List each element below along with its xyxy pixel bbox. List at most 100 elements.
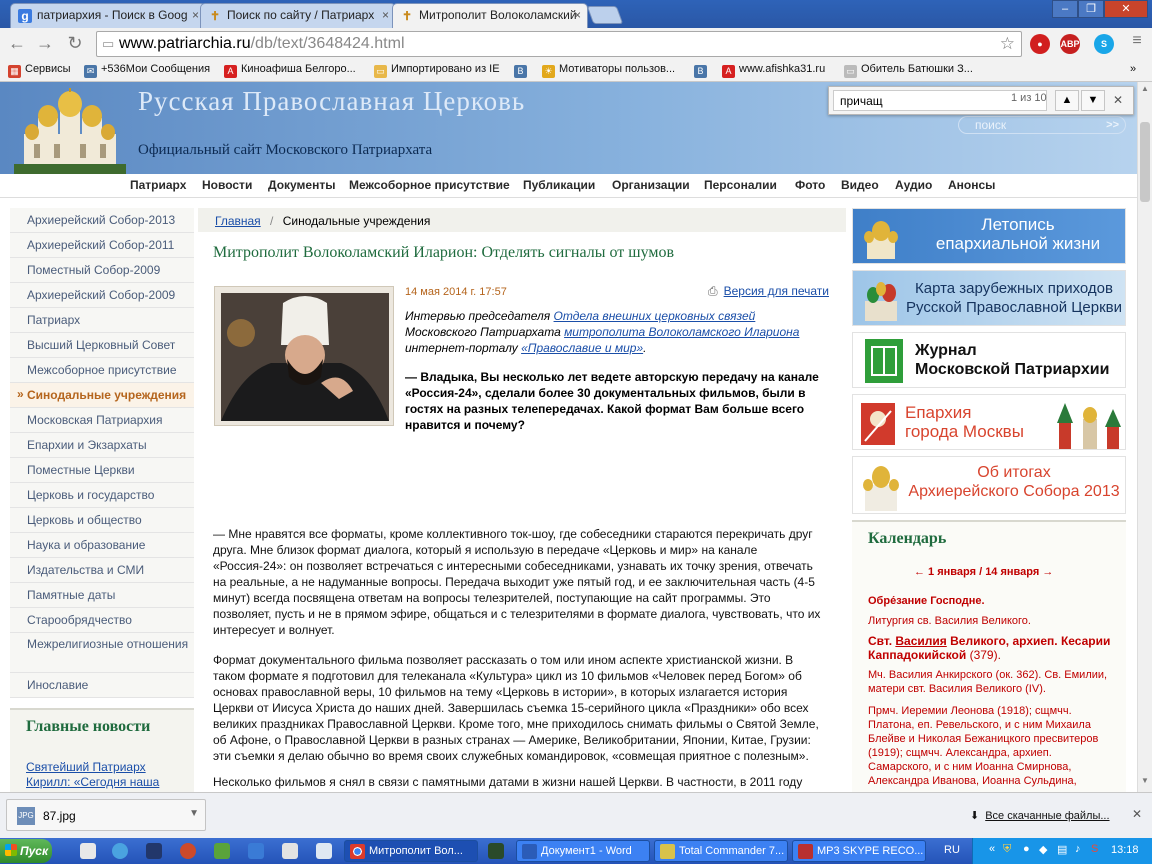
bookmark-obitel[interactable]: ▭ Обитель Батюшки З... [844, 63, 973, 78]
sidebar-item-memorable-dates[interactable]: Памятные даты [10, 583, 194, 608]
tab-google-search[interactable]: g патриархия - Поиск в Goog × [10, 3, 206, 28]
print-version-link[interactable]: ⎙ Версия для печати [708, 284, 829, 299]
close-tab-icon[interactable]: × [382, 8, 389, 22]
calendar-date-nav[interactable]: ← 1 января / 14 января → [914, 566, 1053, 578]
sidebar-item-synodal[interactable]: » Синодальные учреждения [10, 383, 194, 408]
scroll-down-icon[interactable]: ▼ [1139, 776, 1151, 788]
intro-link-portal[interactable]: «Православие и мир» [521, 341, 643, 355]
security-shield-icon[interactable]: ⛨ [1003, 843, 1011, 856]
bookmark-folder-ie[interactable]: ▭ Импортировано из IE [374, 63, 500, 78]
banner-eparchial-chronicle[interactable]: Летопись епархиальной жизни [852, 208, 1126, 264]
banner-moscow-eparchy[interactable]: Епархия города Москвы [852, 394, 1126, 450]
quicklaunch-icon[interactable] [316, 843, 332, 859]
sidebar-item-patriarch[interactable]: Патриарх [10, 308, 194, 333]
minimize-button[interactable]: – [1052, 0, 1078, 18]
find-close-icon[interactable]: ✕ [1113, 93, 1123, 107]
sidebar-item-old-believers[interactable]: Старообрядчество [10, 608, 194, 633]
scrollbar-thumb[interactable] [1140, 122, 1150, 202]
site-search-input[interactable]: поиск >> [958, 116, 1126, 134]
download-menu-chevron-icon[interactable]: ▼ [189, 808, 199, 819]
find-next-button[interactable]: ▼ [1081, 90, 1105, 111]
nav-documents[interactable]: Документы [268, 178, 335, 192]
nav-news[interactable]: Новости [202, 178, 252, 192]
volume-icon[interactable]: ♪ [1075, 843, 1081, 855]
bookmark-motivators[interactable]: ☀ Мотиваторы пользов... [542, 63, 675, 78]
tray-arrow-icon[interactable]: « [989, 843, 995, 855]
bookmark-services[interactable]: ▦ Сервисы [8, 63, 71, 78]
download-item[interactable]: JPG 87.jpg ▼ [6, 799, 206, 831]
sidebar-item-interreligious[interactable]: Межрелигиозные отношения [10, 633, 194, 673]
page-scrollbar[interactable]: ▲ ▼ [1137, 82, 1152, 792]
task-mp3-skype-recorder[interactable]: MP3 SKYPE RECO... [792, 840, 926, 862]
address-bar[interactable]: ▭ www.patriarchia.ru/db/text/3648424.htm… [96, 31, 1022, 57]
sidebar-item-local-sobor-2009[interactable]: Поместный Собор-2009 [10, 258, 194, 283]
task-total-commander[interactable]: Total Commander 7... [654, 840, 788, 862]
nav-announcements[interactable]: Анонсы [948, 178, 995, 192]
nav-photo[interactable]: Фото [795, 178, 825, 192]
sidebar-item-church-state[interactable]: Церковь и государство [10, 483, 194, 508]
banner-foreign-parishes-map[interactable]: Карта зарубежных приходов Русской Правосл… [852, 270, 1126, 326]
banner-sobor-2013-results[interactable]: Об итогах Архиерейского Собора 2013 [852, 456, 1126, 514]
sidebar-item-sobor-2011[interactable]: Архиерейский Собор-2011 [10, 233, 194, 258]
scroll-up-icon[interactable]: ▲ [1139, 84, 1151, 96]
bookmark-vk-2[interactable]: В [694, 63, 711, 78]
tab-site-search[interactable]: ✝ Поиск по сайту / Патриарх × [200, 3, 396, 28]
tray-app-icon[interactable]: ● [1023, 843, 1030, 855]
clock[interactable]: 13:18 [1111, 844, 1139, 856]
intro-link-dept[interactable]: Отдела внешних церковных связей [554, 309, 756, 323]
photoshop-icon[interactable] [146, 843, 162, 859]
sidebar-item-church-society[interactable]: Церковь и общество [10, 508, 194, 533]
quicklaunch-icon[interactable] [214, 843, 230, 859]
quicklaunch-icon[interactable] [488, 843, 504, 859]
quicklaunch-icon[interactable] [248, 843, 264, 859]
menu-icon[interactable]: ≡ [1126, 32, 1148, 50]
tray-app-icon[interactable]: ◆ [1039, 843, 1047, 856]
search-arrow-icon[interactable]: >> [1106, 117, 1119, 133]
bookmark-vk-1[interactable]: В [514, 63, 531, 78]
nav-audio[interactable]: Аудио [895, 178, 932, 192]
bookmark-star-icon[interactable]: ☆ [1000, 32, 1015, 56]
sidebar-item-intercouncil[interactable]: Межсоборное присутствие [10, 358, 194, 383]
reload-icon[interactable]: ↻ [64, 33, 86, 54]
bookmark-afishka31[interactable]: Awww.afishka31.ru [722, 63, 825, 78]
sidebar-item-local-churches[interactable]: Поместные Церкви [10, 458, 194, 483]
skype-icon[interactable]: S [1094, 34, 1114, 54]
banner-patriarchate-journal[interactable]: Журнал Московской Патриархии [852, 332, 1126, 388]
sidebar-item-eparchies[interactable]: Епархии и Экзархаты [10, 433, 194, 458]
sidebar-item-sobor-2013[interactable]: Архиерейский Собор-2013 [10, 208, 194, 233]
nav-intercouncil[interactable]: Межсоборное присутствие [349, 178, 510, 192]
close-window-button[interactable]: ✕ [1104, 0, 1148, 18]
bookmark-messages[interactable]: ✉ +536Мои Сообщения [84, 63, 210, 78]
bookmark-kinoafisha[interactable]: A Киноафиша Белгоро... [224, 63, 356, 78]
quicklaunch-icon[interactable] [282, 843, 298, 859]
sidebar-item-moscow-patriarchate[interactable]: Московская Патриархия [10, 408, 194, 433]
all-downloads-link[interactable]: ⬇ Все скачанные файлы... [970, 809, 1110, 822]
maximize-button[interactable]: ❐ [1078, 0, 1104, 18]
nav-organizations[interactable]: Организации [612, 178, 690, 192]
bookmarks-overflow-icon[interactable]: » [1130, 63, 1136, 75]
quicklaunch-icon[interactable] [180, 843, 196, 859]
close-tab-icon[interactable]: × [192, 8, 199, 22]
nav-persons[interactable]: Персоналии [704, 178, 777, 192]
task-chrome[interactable]: Митрополит Вол... [344, 840, 478, 862]
tab-metropolitan-article[interactable]: ✝ Митрополит Волоколамский × [392, 3, 588, 28]
start-button[interactable]: Пуск [0, 839, 52, 863]
close-tab-icon[interactable]: × [574, 8, 581, 22]
sidebar-item-supreme-council[interactable]: Высший Церковный Совет [10, 333, 194, 358]
intro-link-metropolitan[interactable]: митрополита Волоколамского Илариона [564, 325, 799, 339]
download-bar-close-icon[interactable]: ✕ [1132, 807, 1142, 821]
breadcrumb-home-link[interactable]: Главная [215, 214, 261, 228]
forward-arrow-icon[interactable]: → [34, 33, 56, 54]
nav-video[interactable]: Видео [841, 178, 879, 192]
sidebar-item-publishing[interactable]: Издательства и СМИ [10, 558, 194, 583]
sidebar-item-science[interactable]: Наука и образование [10, 533, 194, 558]
skype-tray-icon[interactable]: S [1091, 843, 1098, 855]
sidebar-item-sobor-2009[interactable]: Архиерейский Собор-2009 [10, 283, 194, 308]
quicklaunch-icon[interactable] [80, 843, 96, 859]
stop-extension-icon[interactable]: ● [1030, 34, 1050, 54]
new-tab-button[interactable] [586, 6, 624, 24]
find-previous-button[interactable]: ▲ [1055, 90, 1079, 111]
sidebar-item-other-confessions[interactable]: Инославие [10, 673, 194, 698]
nav-patriarch[interactable]: Патриарх [130, 178, 186, 192]
adblock-plus-icon[interactable]: ABP [1060, 34, 1080, 54]
